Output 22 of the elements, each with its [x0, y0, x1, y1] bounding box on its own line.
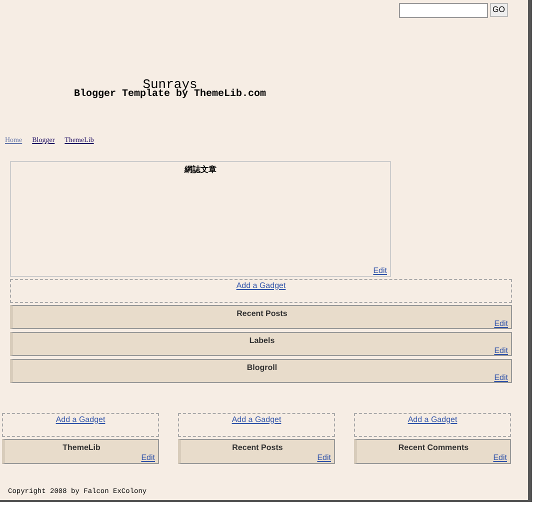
go-button[interactable]: GO: [490, 3, 508, 17]
edit-link[interactable]: Edit: [494, 318, 508, 328]
edit-link[interactable]: Edit: [141, 452, 155, 462]
widget-title: ThemeLib: [62, 442, 100, 452]
search-field[interactable]: [398, 3, 488, 18]
widget-title: Recent Posts: [236, 308, 288, 318]
widget-title: Recent Comments: [398, 442, 469, 452]
add-gadget-link[interactable]: Add a Gadget: [232, 414, 282, 424]
add-gadget-link[interactable]: Add a Gadget: [56, 414, 106, 424]
site-subtitle: Blogger Template by ThemeLib.com: [74, 90, 266, 100]
edit-link[interactable]: Edit: [373, 266, 387, 274]
edit-link[interactable]: Edit: [317, 452, 331, 462]
widget-title: Blogroll: [246, 362, 278, 372]
edit-link[interactable]: Edit: [493, 452, 507, 462]
widget-title: Recent Posts: [232, 442, 283, 452]
add-gadget-link[interactable]: Add a Gadget: [236, 280, 286, 290]
site-title: Sunrays: [142, 80, 198, 90]
add-gadget-link[interactable]: Add a Gadget: [408, 414, 458, 424]
widget-title: Labels: [249, 334, 275, 346]
post-box-title: 網誌文章: [184, 164, 216, 176]
edit-link[interactable]: Edit: [494, 346, 508, 354]
edit-link[interactable]: Edit: [494, 372, 508, 382]
